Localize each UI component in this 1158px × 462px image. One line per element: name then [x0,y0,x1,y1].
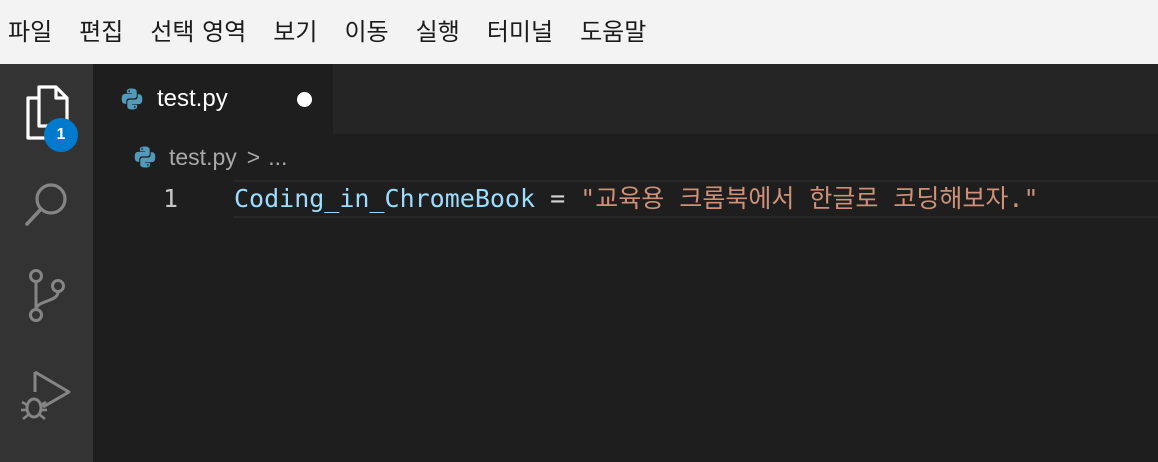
menu-go[interactable]: 이동 [344,0,388,64]
source-control-button[interactable] [0,252,93,340]
menu-view[interactable]: 보기 [273,0,317,64]
menu-terminal[interactable]: 터미널 [487,0,553,64]
source-control-icon [28,269,65,322]
python-icon [134,146,156,168]
menu-run[interactable]: 실행 [416,0,460,64]
explorer-button[interactable]: 1 [0,68,93,156]
tab-bar: test.py [93,64,1158,134]
breadcrumb-separator: > [246,143,261,170]
code-string: "교육용 크롬북에서 한글로 코딩해보자." [580,184,1039,213]
code-text[interactable]: Coding_in_ChromeBook = "교육용 크롬북에서 한글로 코딩… [234,180,1039,218]
menu-selection[interactable]: 선택 영역 [150,0,246,64]
tab-label: test.py [157,85,228,112]
menu-edit[interactable]: 편집 [79,0,123,64]
unsaved-dot-icon[interactable] [297,92,312,107]
search-icon [24,183,67,226]
menu-file[interactable]: 파일 [8,0,52,64]
code-operator: = [550,184,566,213]
breadcrumb-symbols[interactable]: ... [268,144,287,171]
activity-bar: 1 [0,64,93,462]
python-icon [121,88,143,110]
menu-bar: 파일 편집 선택 영역 보기 이동 실행 터미널 도움말 [0,0,1158,64]
line-number: 1 [163,184,179,213]
breadcrumb-file[interactable]: test.py [169,144,237,171]
tab-test-py[interactable]: test.py [93,64,333,134]
menu-help[interactable]: 도움말 [580,0,646,64]
code-line[interactable]: 1 Coding_in_ChromeBook = "교육용 크롬북에서 한글로 … [93,180,1158,218]
breadcrumb: test.py > ... [133,140,287,174]
search-button[interactable] [0,160,93,248]
explorer-badge: 1 [44,118,78,152]
run-debug-button[interactable] [0,350,93,438]
code-variable: Coding_in_ChromeBook [234,184,536,213]
editor-area: test.py test.py > ... 1 Coding_in_Chrome… [93,64,1158,462]
run-debug-icon [20,370,70,421]
